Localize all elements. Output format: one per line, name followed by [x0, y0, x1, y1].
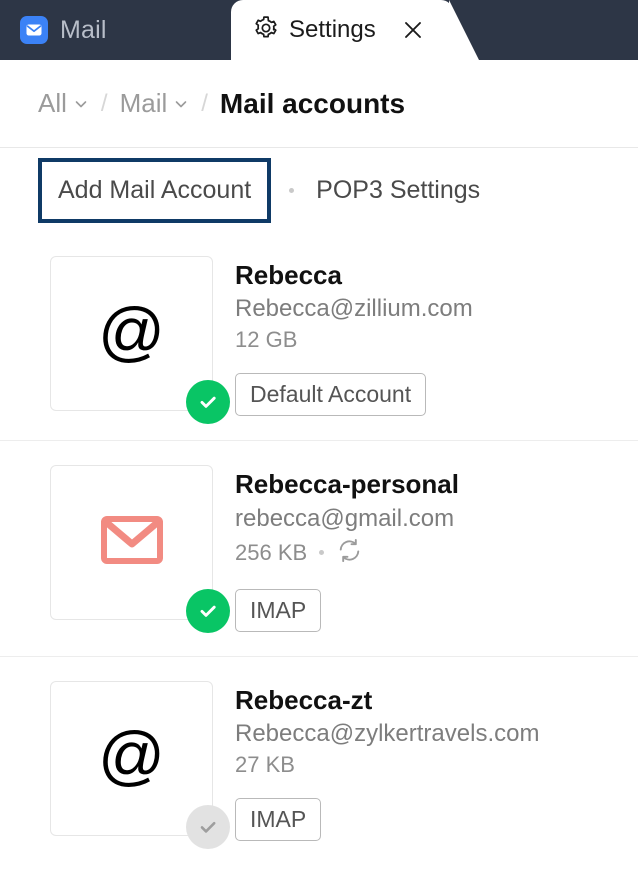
page-title: Mail accounts	[220, 88, 405, 120]
account-meta: 256 KB	[235, 537, 459, 569]
action-bar: Add Mail Account POP3 Settings	[0, 148, 638, 232]
breadcrumb-separator: /	[189, 90, 220, 118]
table-row[interactable]: @ Rebecca Rebecca@zillium.com 12 GB Defa…	[0, 232, 638, 441]
chevron-down-icon	[73, 88, 89, 119]
gear-icon	[253, 15, 279, 46]
window-titlebar: Mail Settings	[0, 0, 638, 60]
table-row[interactable]: @ Rebecca-zt Rebecca@zylkertravels.com 2…	[0, 657, 638, 865]
breadcrumb-item-mail-label: Mail	[120, 88, 168, 119]
breadcrumb-item-all[interactable]: All	[38, 88, 89, 119]
account-name: Rebecca	[235, 258, 473, 292]
account-tag[interactable]: IMAP	[235, 589, 321, 632]
account-email: Rebecca@zillium.com	[235, 292, 473, 325]
at-sign-icon: @	[98, 722, 165, 788]
account-avatar: @	[50, 681, 213, 836]
breadcrumb-separator: /	[89, 90, 120, 118]
refresh-sync-icon[interactable]	[336, 537, 363, 569]
status-badge	[186, 380, 230, 424]
account-name: Rebecca-zt	[235, 683, 539, 717]
account-size: 256 KB	[235, 540, 307, 566]
tab-settings-label: Settings	[289, 16, 376, 44]
table-row[interactable]: Rebecca-personal rebecca@gmail.com 256 K…	[0, 441, 638, 656]
account-name: Rebecca-personal	[235, 467, 459, 501]
breadcrumb: All / Mail / Mail accounts	[0, 60, 638, 148]
add-mail-account-button[interactable]: Add Mail Account	[42, 162, 267, 219]
pop3-settings-button[interactable]: POP3 Settings	[316, 176, 480, 205]
account-avatar: @	[50, 256, 213, 411]
mail-accounts-list: @ Rebecca Rebecca@zillium.com 12 GB Defa…	[0, 232, 638, 865]
account-meta: 12 GB	[235, 327, 473, 353]
account-tag[interactable]: Default Account	[235, 373, 426, 416]
close-icon[interactable]	[400, 17, 426, 43]
app-brand: Mail	[0, 0, 107, 60]
breadcrumb-item-all-label: All	[38, 88, 67, 119]
account-email: rebecca@gmail.com	[235, 502, 459, 535]
at-sign-icon: @	[98, 298, 165, 364]
tab-settings[interactable]: Settings	[231, 0, 453, 60]
status-badge	[186, 805, 230, 849]
account-info: Rebecca Rebecca@zillium.com 12 GB Defaul…	[235, 256, 473, 416]
account-meta: 27 KB	[235, 752, 539, 778]
mail-envelope-icon	[20, 16, 48, 44]
account-avatar	[50, 465, 213, 620]
account-tag[interactable]: IMAP	[235, 798, 321, 841]
gmail-envelope-icon	[101, 515, 163, 570]
chevron-down-icon	[173, 88, 189, 119]
app-name-label: Mail	[60, 16, 107, 45]
breadcrumb-item-mail[interactable]: Mail	[120, 88, 190, 119]
action-separator-dot	[289, 188, 294, 193]
account-size: 12 GB	[235, 327, 297, 353]
account-size: 27 KB	[235, 752, 295, 778]
account-email: Rebecca@zylkertravels.com	[235, 717, 539, 750]
meta-separator-dot	[319, 550, 324, 555]
account-info: Rebecca-zt Rebecca@zylkertravels.com 27 …	[235, 681, 539, 841]
status-badge	[186, 589, 230, 633]
account-info: Rebecca-personal rebecca@gmail.com 256 K…	[235, 465, 459, 631]
